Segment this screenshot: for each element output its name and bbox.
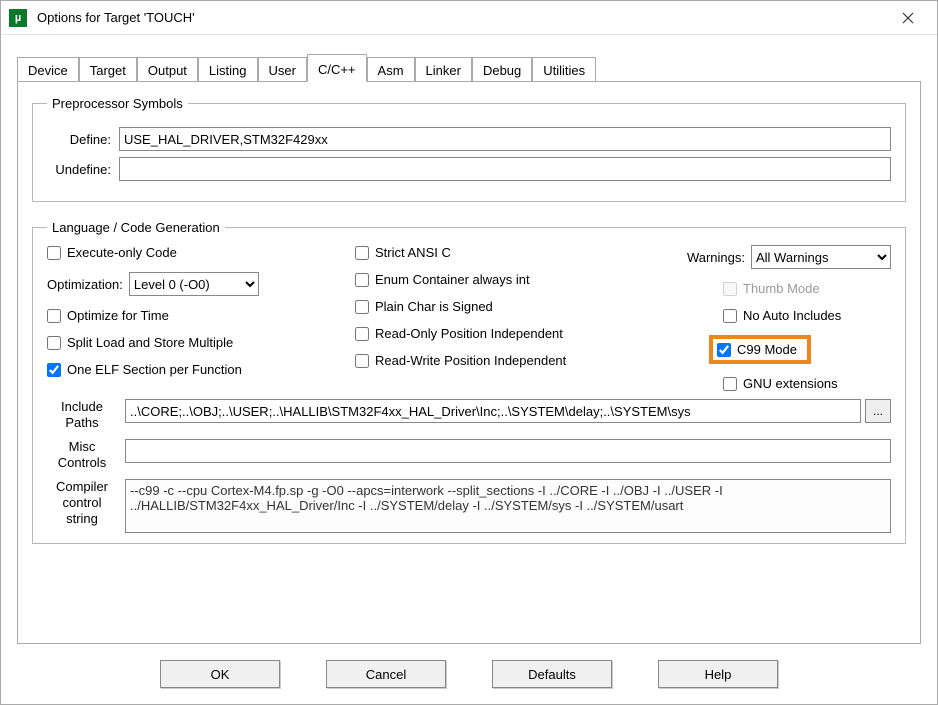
close-button[interactable] <box>885 3 931 33</box>
tab-output[interactable]: Output <box>137 57 198 82</box>
c99-highlight: C99 Mode <box>709 335 811 364</box>
tab-user[interactable]: User <box>258 57 307 82</box>
warnings-row: Warnings: All Warnings <box>653 245 891 269</box>
undefine-label: Undefine: <box>47 162 119 177</box>
include-paths-input[interactable] <box>125 399 861 423</box>
cancel-button[interactable]: Cancel <box>326 660 446 688</box>
options-dialog: µ Options for Target 'TOUCH' Device Targ… <box>0 0 938 705</box>
split-load-store-label: Split Load and Store Multiple <box>67 335 233 350</box>
rw-pos-indep-input[interactable] <box>355 354 369 368</box>
compiler-string-wrap <box>125 479 891 533</box>
window-title: Options for Target 'TOUCH' <box>37 10 885 25</box>
ro-pos-indep-input[interactable] <box>355 327 369 341</box>
warnings-label: Warnings: <box>687 250 745 265</box>
no-auto-includes-checkbox[interactable]: No Auto Includes <box>653 308 891 323</box>
strict-ansi-label: Strict ANSI C <box>375 245 451 260</box>
codegen-grid: Execute-only Code Optimization: Level 0 … <box>47 245 891 391</box>
split-load-store-checkbox[interactable]: Split Load and Store Multiple <box>47 335 337 350</box>
include-browse-button[interactable]: ... <box>865 399 891 423</box>
app-icon: µ <box>9 9 27 27</box>
enum-container-input[interactable] <box>355 273 369 287</box>
optimize-time-checkbox[interactable]: Optimize for Time <box>47 308 337 323</box>
gnu-ext-checkbox[interactable]: GNU extensions <box>653 376 891 391</box>
warnings-select[interactable]: All Warnings <box>751 245 891 269</box>
compiler-string-label: Compiler control string <box>47 479 125 527</box>
tab-linker[interactable]: Linker <box>415 57 472 82</box>
help-button[interactable]: Help <box>658 660 778 688</box>
ro-pos-indep-checkbox[interactable]: Read-Only Position Independent <box>355 326 635 341</box>
execute-only-label: Execute-only Code <box>67 245 177 260</box>
plain-char-input[interactable] <box>355 300 369 314</box>
button-bar: OK Cancel Defaults Help <box>1 644 937 704</box>
c99-mode-input[interactable] <box>717 343 731 357</box>
c99-mode-label: C99 Mode <box>737 342 797 357</box>
thumb-mode-input <box>723 282 737 296</box>
tab-strip: Device Target Output Listing User C/C++ … <box>17 53 921 81</box>
ccpp-panel: Preprocessor Symbols Define: Undefine: L… <box>17 81 921 644</box>
tab-target[interactable]: Target <box>79 57 137 82</box>
preprocessor-group: Preprocessor Symbols Define: Undefine: <box>32 96 906 202</box>
misc-controls-label: Misc Controls <box>47 439 125 471</box>
execute-only-input[interactable] <box>47 246 61 260</box>
strict-ansi-checkbox[interactable]: Strict ANSI C <box>355 245 635 260</box>
titlebar: µ Options for Target 'TOUCH' <box>1 1 937 35</box>
compiler-string-row: Compiler control string <box>47 479 891 533</box>
preprocessor-legend: Preprocessor Symbols <box>47 96 188 111</box>
include-paths-row: Include Paths ... <box>47 399 891 431</box>
enum-container-label: Enum Container always int <box>375 272 530 287</box>
optimize-time-input[interactable] <box>47 309 61 323</box>
optimize-time-label: Optimize for Time <box>67 308 169 323</box>
content-area: Device Target Output Listing User C/C++ … <box>1 35 937 644</box>
tab-listing[interactable]: Listing <box>198 57 258 82</box>
rw-pos-indep-checkbox[interactable]: Read-Write Position Independent <box>355 353 635 368</box>
define-label: Define: <box>47 132 119 147</box>
undefine-input[interactable] <box>119 157 891 181</box>
defaults-button[interactable]: Defaults <box>492 660 612 688</box>
tab-device[interactable]: Device <box>17 57 79 82</box>
ok-button[interactable]: OK <box>160 660 280 688</box>
split-load-store-input[interactable] <box>47 336 61 350</box>
enum-container-checkbox[interactable]: Enum Container always int <box>355 272 635 287</box>
plain-char-label: Plain Char is Signed <box>375 299 493 314</box>
tab-utilities[interactable]: Utilities <box>532 57 596 82</box>
execute-only-checkbox[interactable]: Execute-only Code <box>47 245 337 260</box>
include-paths-wrap: ... <box>125 399 891 423</box>
optimization-label: Optimization: <box>47 277 123 292</box>
c99-highlight-wrap: C99 Mode <box>653 335 891 364</box>
codegen-legend: Language / Code Generation <box>47 220 225 235</box>
close-icon <box>902 12 914 24</box>
undefine-row: Undefine: <box>47 157 891 181</box>
rw-pos-indep-label: Read-Write Position Independent <box>375 353 566 368</box>
misc-controls-wrap <box>125 439 891 463</box>
thumb-mode-checkbox: Thumb Mode <box>653 281 891 296</box>
optimization-select[interactable]: Level 0 (-O0) <box>129 272 259 296</box>
c99-mode-checkbox[interactable]: C99 Mode <box>717 342 797 357</box>
one-elf-section-input[interactable] <box>47 363 61 377</box>
plain-char-checkbox[interactable]: Plain Char is Signed <box>355 299 635 314</box>
tab-asm[interactable]: Asm <box>367 57 415 82</box>
codegen-col1: Execute-only Code Optimization: Level 0 … <box>47 245 337 391</box>
misc-controls-row: Misc Controls <box>47 439 891 471</box>
one-elf-section-label: One ELF Section per Function <box>67 362 242 377</box>
tab-ccpp[interactable]: C/C++ <box>307 54 367 82</box>
codegen-group: Language / Code Generation Execute-only … <box>32 220 906 544</box>
compiler-string-text <box>125 479 891 533</box>
codegen-col2: Strict ANSI C Enum Container always int … <box>355 245 635 391</box>
ro-pos-indep-label: Read-Only Position Independent <box>375 326 563 341</box>
misc-controls-input[interactable] <box>125 439 891 463</box>
include-paths-label: Include Paths <box>47 399 125 431</box>
strict-ansi-input[interactable] <box>355 246 369 260</box>
codegen-col3: Warnings: All Warnings Thumb Mode No Aut… <box>653 245 891 391</box>
define-input[interactable] <box>119 127 891 151</box>
no-auto-includes-input[interactable] <box>723 309 737 323</box>
gnu-ext-input[interactable] <box>723 377 737 391</box>
tab-debug[interactable]: Debug <box>472 57 532 82</box>
define-row: Define: <box>47 127 891 151</box>
thumb-mode-label: Thumb Mode <box>743 281 820 296</box>
no-auto-includes-label: No Auto Includes <box>743 308 841 323</box>
gnu-ext-label: GNU extensions <box>743 376 838 391</box>
one-elf-section-checkbox[interactable]: One ELF Section per Function <box>47 362 337 377</box>
optimization-row: Optimization: Level 0 (-O0) <box>47 272 337 296</box>
